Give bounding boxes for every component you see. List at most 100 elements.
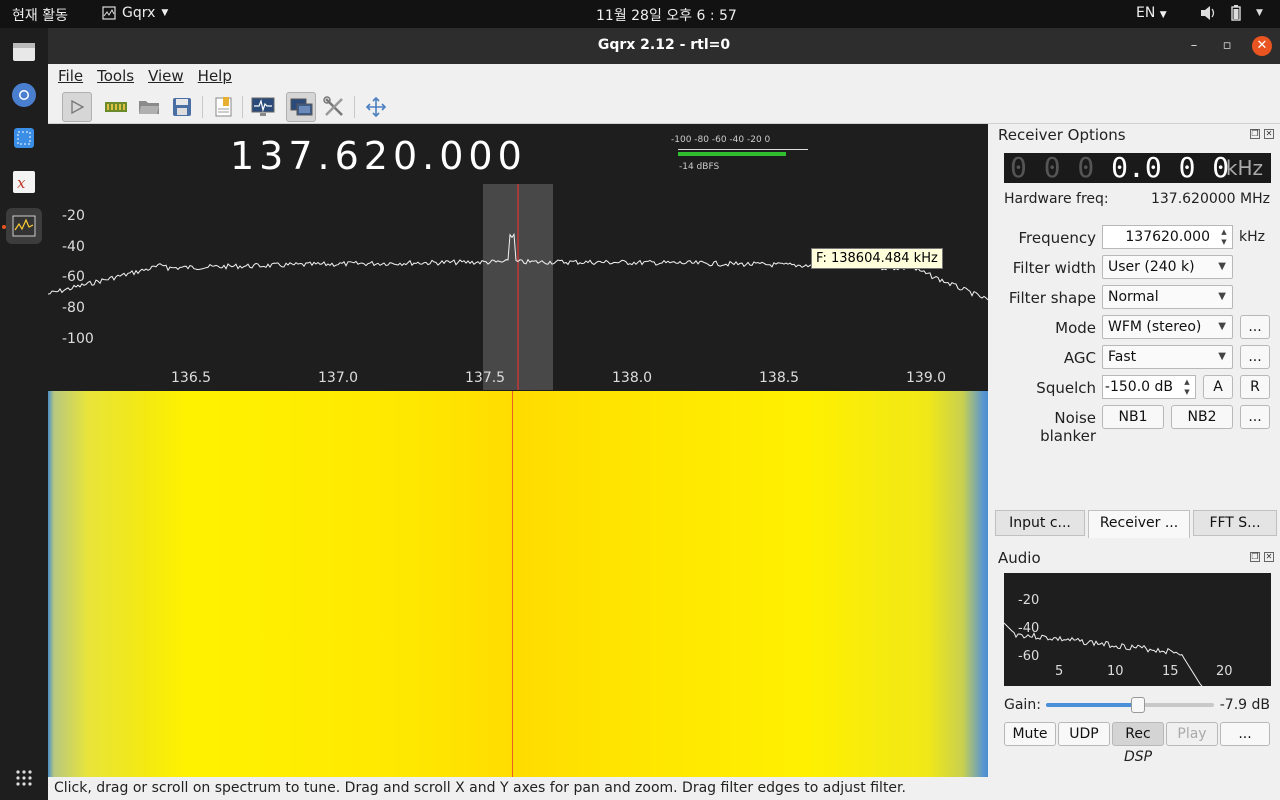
load-settings-button[interactable]	[134, 92, 164, 122]
system-tray[interactable]: ▼	[1200, 4, 1263, 22]
audio-x-tick-label: 20	[1216, 664, 1233, 679]
chevron-down-icon: ▼	[1218, 351, 1226, 362]
gain-slider[interactable]	[1046, 697, 1214, 713]
nb2-button[interactable]: NB2	[1171, 405, 1233, 429]
save-icon	[173, 98, 191, 116]
status-bar: Click, drag or scroll on spectrum to tun…	[48, 777, 1280, 800]
menu-tools[interactable]: Tools	[97, 67, 134, 85]
maximize-button[interactable]: ▫	[1217, 36, 1237, 56]
app-menu[interactable]: Gqrx ▼	[102, 5, 168, 21]
center-frequency-display[interactable]: 137.620.000	[230, 134, 527, 178]
float-icon[interactable]: ❐	[1250, 129, 1260, 139]
mode-value: WFM (stereo)	[1108, 319, 1202, 335]
spin-arrows-icon[interactable]: ▲ ▼	[1218, 227, 1230, 247]
chevron-down-icon: ▼	[1159, 10, 1167, 20]
mode-options-button[interactable]: ...	[1240, 315, 1270, 339]
filter-shape-label: Filter shape	[1008, 289, 1096, 307]
dsp-label: DSP	[1124, 749, 1153, 765]
noise-blanker-label: Noise blanker	[1040, 409, 1096, 445]
squelch-reset-button[interactable]: R	[1240, 375, 1270, 399]
add-bookmark-button[interactable]	[208, 92, 238, 122]
nb1-button[interactable]: NB1	[1102, 405, 1164, 429]
full-screen-button[interactable]	[361, 92, 391, 122]
activities-button[interactable]: 현재 활동	[12, 5, 68, 25]
tab-input-controls[interactable]: Input c...	[995, 510, 1085, 536]
system-top-bar: 현재 활동 Gqrx ▼ 11월 28일 오후 6 : 57 EN ▼ ▼	[0, 0, 1280, 28]
filter-width-select[interactable]: User (240 k) ▼	[1102, 255, 1233, 279]
close-panel-icon[interactable]: ✕	[1264, 129, 1274, 139]
configure-device-button[interactable]	[101, 92, 131, 122]
frequency-unit: kHz	[1239, 229, 1265, 245]
panel-controls: ❐ ✕	[1250, 129, 1274, 139]
signal-meter: -100 -80 -60 -40 -20 0 -14 dBFS	[668, 134, 813, 179]
mute-button[interactable]: Mute	[1004, 722, 1056, 746]
folder-open-icon	[139, 101, 159, 114]
tab-fft-settings[interactable]: FFT S...	[1193, 510, 1277, 536]
float-icon[interactable]: ❐	[1250, 552, 1260, 562]
squelch-input[interactable]: -150.0 dB ▲ ▼	[1102, 375, 1196, 399]
audio-title: Audio	[998, 549, 1041, 567]
clock[interactable]: 11월 28일 오후 6 : 57	[596, 5, 737, 25]
squelch-label: Squelch	[1036, 379, 1096, 397]
save-settings-button[interactable]	[167, 92, 197, 122]
spectrum-plot[interactable]: -20 -40 -60 -80 -100 136.5 137.0 137.5 1…	[48, 184, 988, 390]
menu-view[interactable]: View	[148, 67, 184, 85]
audio-options-button[interactable]: ...	[1220, 722, 1270, 746]
move-arrows-icon	[365, 96, 387, 118]
squelch-value: -150.0 dB	[1104, 379, 1173, 395]
record-button[interactable]: Rec	[1112, 722, 1164, 746]
input-language[interactable]: EN ▼	[1136, 5, 1167, 21]
close-panel-icon[interactable]: ✕	[1264, 552, 1274, 562]
toolbar-separator	[202, 96, 203, 118]
waterfall[interactable]	[48, 391, 988, 777]
spectrum-canvas	[48, 184, 988, 390]
remote-control-button[interactable]	[286, 92, 316, 122]
waterfall-frequency-marker	[512, 391, 513, 777]
squelch-auto-button[interactable]: A	[1203, 375, 1233, 399]
y-tick-label: -20	[62, 208, 85, 224]
start-dsp-button[interactable]	[62, 92, 92, 122]
play-button[interactable]: Play	[1166, 722, 1218, 746]
x-tick-label: 136.5	[171, 370, 212, 386]
chevron-down-icon: ▼	[161, 8, 169, 18]
iq-tool-button[interactable]	[248, 92, 278, 122]
plotter-area[interactable]: 137.620.000 -100 -80 -60 -40 -20 0 -14 d…	[48, 124, 988, 777]
frequency-input[interactable]: 137620.000 ▲ ▼	[1102, 225, 1233, 249]
battery-icon	[1231, 5, 1241, 21]
screenshot-icon[interactable]	[6, 120, 42, 156]
audio-fft-plot[interactable]: -20 -40 -60 5 10 15 20	[1004, 573, 1271, 686]
show-apps-icon[interactable]	[6, 760, 42, 796]
x-tick-label: 138.5	[759, 370, 800, 386]
gain-slider-handle[interactable]	[1131, 697, 1145, 713]
frequency-lcd[interactable]: 0 0 0 0.0 0 0 kHz	[1004, 153, 1271, 183]
formula-icon[interactable]: x	[6, 164, 42, 200]
filter-shape-select[interactable]: Normal ▼	[1102, 285, 1233, 309]
y-tick-label: -60	[62, 269, 85, 285]
chromium-icon[interactable]	[6, 77, 42, 113]
hardware-freq-label: Hardware freq:	[1004, 191, 1109, 207]
audio-y-tick-label: -20	[1018, 593, 1040, 608]
title-bar[interactable]: Gqrx 2.12 - rtl=0 – ▫ ✕	[48, 28, 1280, 64]
right-dock: Receiver Options ❐ ✕ 0 0 0 0.0 0 0 kHz Har…	[990, 124, 1280, 777]
gqrx-dock-icon[interactable]	[6, 208, 42, 244]
tab-receiver-options[interactable]: Receiver ...	[1088, 510, 1190, 538]
close-button[interactable]: ✕	[1252, 36, 1272, 56]
filter-width-label: Filter width	[1012, 259, 1096, 277]
agc-options-button[interactable]: ...	[1240, 345, 1270, 369]
menu-help[interactable]: Help	[198, 67, 232, 85]
bookmark-icon	[215, 97, 232, 117]
nb-options-button[interactable]: ...	[1240, 405, 1270, 429]
spin-arrows-icon[interactable]: ▲ ▼	[1181, 377, 1193, 397]
mode-select[interactable]: WFM (stereo) ▼	[1102, 315, 1233, 339]
settings-button[interactable]	[319, 92, 349, 122]
udp-button[interactable]: UDP	[1058, 722, 1110, 746]
audio-x-tick-label: 15	[1162, 664, 1179, 679]
device-icon	[105, 102, 127, 112]
x-tick-label: 137.0	[318, 370, 359, 386]
agc-select[interactable]: Fast ▼	[1102, 345, 1233, 369]
files-icon[interactable]	[6, 34, 42, 70]
minimize-button[interactable]: –	[1184, 36, 1204, 56]
tools-icon	[323, 96, 343, 116]
y-tick-label: -100	[62, 331, 94, 347]
menu-file[interactable]: File	[58, 67, 83, 85]
